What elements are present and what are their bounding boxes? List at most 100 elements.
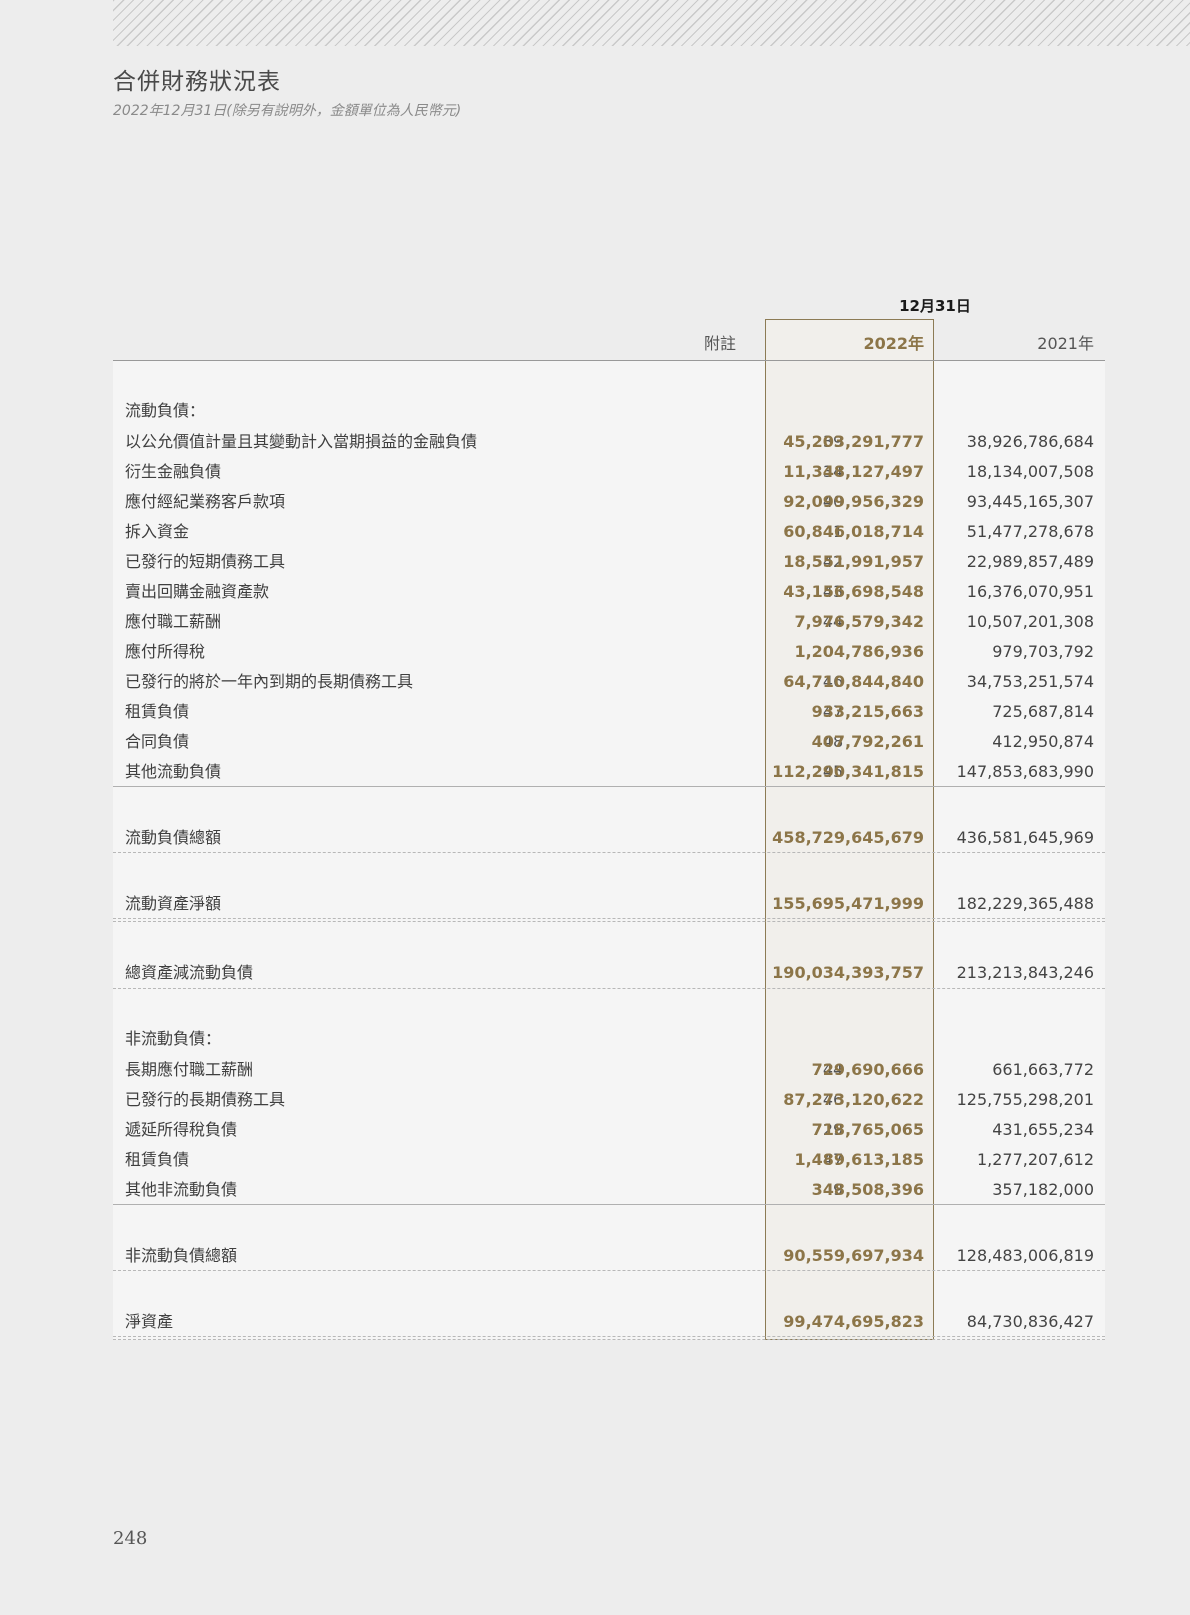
total-value-2021: 84,730,836,427 [966,1312,1094,1331]
table-row: 賣出回購金融資產款 43 43,156,698,548 16,376,070,9… [113,578,1105,606]
section-heading-label: 流動負債： [125,401,206,420]
page-subtitle: 2022年12月31日(除另有說明外，金額單位為人民幣元) [113,103,462,119]
total-value-2021: 128,483,006,819 [956,1246,1094,1265]
table-row: 已發行的將於一年內到期的長期債務工具 46 64,710,844,840 34,… [113,668,1105,696]
row-label: 其他流動負債 [125,762,222,781]
year-2022-header: 2022年 [863,334,924,353]
row-value-2021: 725,687,814 [992,702,1094,721]
total-value-2022: 90,559,697,934 [783,1246,924,1265]
row-value-2021: 38,926,786,684 [966,432,1094,451]
table-row: 租賃負債 47 933,215,663 725,687,814 [113,698,1105,726]
row-label: 已發行的長期債務工具 [125,1090,286,1109]
table-row: 其他非流動負債 49 348,508,396 357,182,000 [113,1176,1105,1204]
table-row: 已發行的長期債務工具 46 87,273,120,622 125,755,298… [113,1086,1105,1114]
page-title: 合併財務狀況表 [113,69,281,95]
row-value-2022: 87,273,120,622 [783,1090,924,1109]
total-value-2022: 155,695,471,999 [772,894,924,913]
total-row: 非流動負債總額 90,559,697,934 128,483,006,819 [113,1242,1105,1270]
row-value-2022: 718,765,065 [811,1120,924,1139]
year-2021-header: 2021年 [1037,334,1094,353]
row-label: 長期應付職工薪酬 [125,1060,254,1079]
row-value-2021: 979,703,792 [992,642,1094,661]
row-label: 賣出回購金融資產款 [125,582,270,601]
row-label: 應付經紀業務客戶款項 [125,492,286,511]
row-value-2021: 431,655,234 [992,1120,1094,1139]
row-value-2021: 22,989,857,489 [966,552,1094,571]
total-rule [113,1270,1105,1271]
date-header: 12月31日 [899,297,971,315]
row-rule [113,1204,1105,1205]
row-value-2021: 661,663,772 [992,1060,1094,1079]
row-value-2022: 64,710,844,840 [783,672,924,691]
table-row: 已發行的短期債務工具 42 18,551,991,957 22,989,857,… [113,548,1105,576]
total-rule [113,1339,1105,1340]
row-value-2022: 18,551,991,957 [783,552,924,571]
row-label: 租賃負債 [125,1150,190,1169]
row-label: 合同負債 [125,732,190,751]
total-value-2021: 182,229,365,488 [956,894,1094,913]
total-rule [113,852,1105,853]
row-value-2022: 45,203,291,777 [783,432,924,451]
row-value-2022: 1,489,613,185 [794,1150,924,1169]
total-label: 流動負債總額 [125,828,222,847]
row-label: 應付職工薪酬 [125,612,222,631]
total-row: 流動負債總額 458,729,645,679 436,581,645,969 [113,824,1105,852]
row-label: 拆入資金 [125,522,190,541]
total-value-2022: 458,729,645,679 [772,828,924,847]
row-value-2022: 348,508,396 [811,1180,924,1199]
row-value-2021: 18,134,007,508 [966,462,1094,481]
row-value-2022: 92,099,956,329 [783,492,924,511]
row-value-2021: 412,950,874 [992,732,1094,751]
row-value-2022: 407,792,261 [811,732,924,751]
total-label: 總資產減流動負債 [125,963,254,982]
decorative-hatch-band [113,0,1190,46]
row-value-2021: 34,753,251,574 [966,672,1094,691]
row-value-2022: 112,290,341,815 [772,762,924,781]
total-value-2022: 99,474,695,823 [783,1312,924,1331]
row-label: 以公允價值計量且其變動計入當期損益的金融負債 [125,432,478,451]
section-heading-label: 非流動負債： [125,1029,222,1048]
total-rule [113,918,1105,919]
table-row: 租賃負債 47 1,489,613,185 1,277,207,612 [113,1146,1105,1174]
total-label: 淨資產 [125,1312,174,1331]
table-row: 應付職工薪酬 44 7,976,579,342 10,507,201,308 [113,608,1105,636]
total-label: 流動資產淨額 [125,894,222,913]
table-row: 長期應付職工薪酬 44 729,690,666 661,663,772 [113,1056,1105,1084]
total-row: 淨資產 99,474,695,823 84,730,836,427 [113,1308,1105,1336]
table-row: 拆入資金 41 60,846,018,714 51,477,278,678 [113,518,1105,546]
page-number: 248 [113,1528,148,1549]
table-row: 遞延所得稅負債 29 718,765,065 431,655,234 [113,1116,1105,1144]
total-value-2021: 213,213,843,246 [956,963,1094,982]
total-rule [113,921,1105,922]
row-value-2022: 933,215,663 [811,702,924,721]
row-value-2022: 1,204,786,936 [794,642,924,661]
row-value-2022: 43,156,698,548 [783,582,924,601]
row-value-2021: 357,182,000 [992,1180,1094,1199]
row-label: 已發行的短期債務工具 [125,552,286,571]
row-value-2021: 16,376,070,951 [966,582,1094,601]
row-rule [113,786,1105,787]
row-value-2021: 10,507,201,308 [966,612,1094,631]
total-row: 流動資產淨額 155,695,471,999 182,229,365,488 [113,890,1105,918]
header-rule [113,360,1105,361]
row-value-2022: 60,846,018,714 [783,522,924,541]
row-value-2021: 93,445,165,307 [966,492,1094,511]
row-label: 租賃負債 [125,702,190,721]
row-label: 衍生金融負債 [125,462,222,481]
total-rule [113,988,1105,989]
row-value-2021: 147,853,683,990 [956,762,1094,781]
row-value-2022: 11,348,127,497 [783,462,924,481]
section-heading-non-current: 非流動負債： [113,1025,1105,1053]
row-label: 其他非流動負債 [125,1180,238,1199]
row-value-2021: 125,755,298,201 [956,1090,1094,1109]
total-row: 總資產減流動負債 190,034,393,757 213,213,843,246 [113,959,1105,987]
table-row: 合同負債 48 407,792,261 412,950,874 [113,728,1105,756]
table-row: 衍生金融負債 34 11,348,127,497 18,134,007,508 [113,458,1105,486]
note-column-header: 附註 [703,334,736,353]
table-row: 以公允價值計量且其變動計入當期損益的金融負債 39 45,203,291,777… [113,428,1105,456]
row-value-2022: 729,690,666 [811,1060,924,1079]
row-value-2022: 7,976,579,342 [794,612,924,631]
total-value-2022: 190,034,393,757 [772,963,924,982]
total-value-2021: 436,581,645,969 [956,828,1094,847]
table-row: 其他流動負債 45 112,290,341,815 147,853,683,99… [113,758,1105,786]
